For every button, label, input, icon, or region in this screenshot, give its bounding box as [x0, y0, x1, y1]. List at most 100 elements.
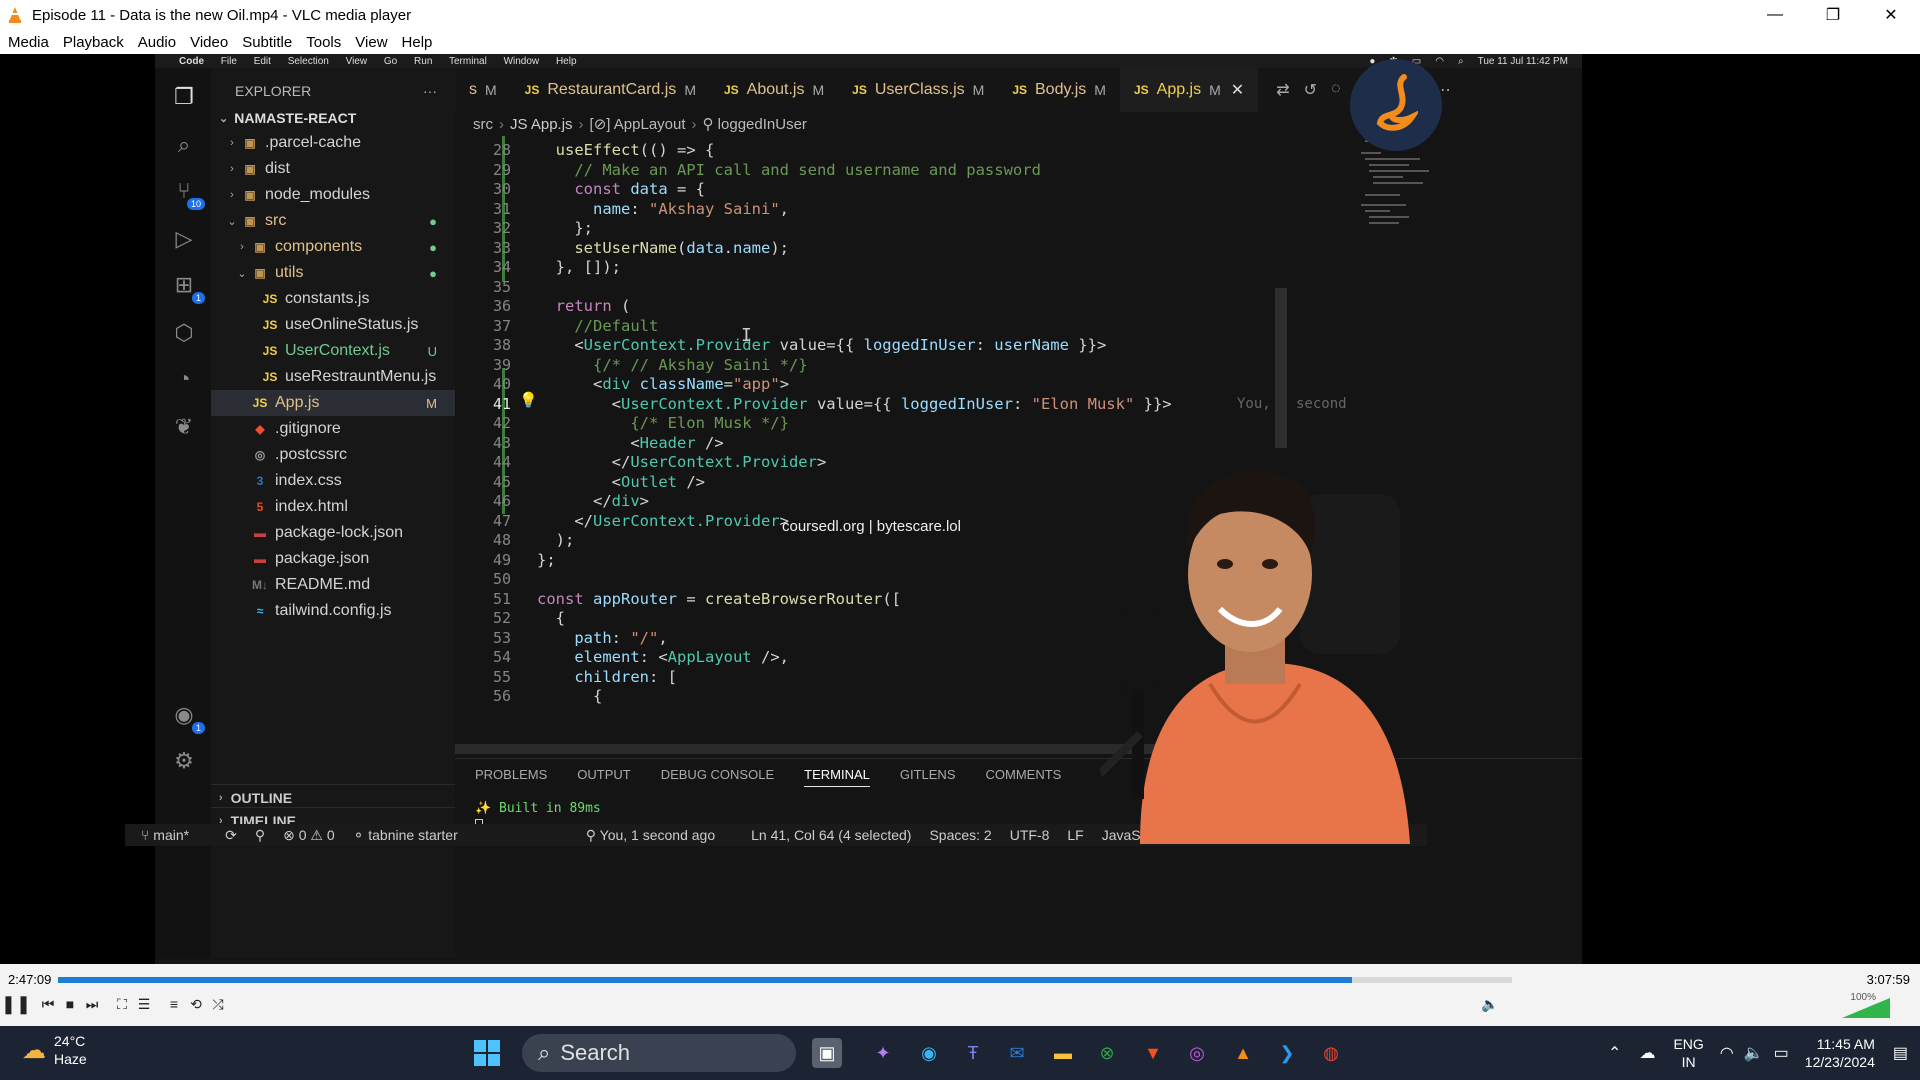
sync-icon[interactable]: ⟳: [225, 827, 237, 844]
source-control-icon[interactable]: ⑂ 10: [169, 176, 205, 210]
volume-icon[interactable]: 🔈: [1744, 1043, 1764, 1063]
compare-icon[interactable]: ⇄: [1276, 80, 1289, 100]
playlist-icon[interactable]: ≡: [164, 994, 184, 1014]
tree-file[interactable]: 3 index.css: [211, 468, 455, 494]
panel-tab-problems[interactable]: PROBLEMS: [475, 767, 547, 787]
tree-folder[interactable]: › ▣ .parcel-cache: [211, 130, 455, 156]
tree-folder[interactable]: › ▣ components ●: [211, 234, 455, 260]
tabnine-status[interactable]: ⚬ tabnine starter: [353, 827, 458, 844]
language-indicator[interactable]: ENG IN: [1673, 1035, 1703, 1071]
editor-scrollbar[interactable]: [1275, 288, 1287, 448]
encoding[interactable]: UTF-8: [1010, 827, 1050, 843]
accounts-icon[interactable]: ◉ 1: [169, 700, 205, 734]
breadcrumb-item[interactable]: [⊘] AppLayout: [590, 115, 686, 133]
video-area[interactable]: Code File Edit Selection View Go Run Ter…: [0, 54, 1920, 964]
brave-icon[interactable]: ▼: [1138, 1038, 1168, 1068]
tree-file[interactable]: JS useRestrauntMenu.js: [211, 364, 455, 390]
explorer-icon[interactable]: ❐: [169, 82, 199, 112]
tree-file[interactable]: ◎ .postcssrc: [211, 442, 455, 468]
previous-icon[interactable]: ⏮: [38, 994, 58, 1014]
app-icon[interactable]: ◎: [1182, 1038, 1212, 1068]
taskbar-clock[interactable]: 11:45 AM 12/23/2024: [1805, 1035, 1875, 1071]
pause-button[interactable]: ❚❚: [1, 994, 31, 1014]
weather-widget[interactable]: ☁ 24°C Haze: [22, 1032, 87, 1068]
tree-file[interactable]: ≈ tailwind.config.js: [211, 598, 455, 624]
fullscreen-icon[interactable]: ⛶: [112, 994, 132, 1014]
tab-app[interactable]: JS App.js M ✕: [1119, 68, 1259, 112]
wifi-icon[interactable]: ◠: [1720, 1043, 1734, 1063]
vlc-taskbar-icon[interactable]: ▲: [1228, 1038, 1258, 1068]
tab-restaurantcard[interactable]: JS RestaurantCard.js M: [511, 68, 710, 112]
xbox-icon[interactable]: ⊗: [1092, 1038, 1122, 1068]
tree-file[interactable]: 5 index.html: [211, 494, 455, 520]
loop-icon[interactable]: ⟲: [186, 994, 206, 1014]
menu-view[interactable]: View: [348, 34, 394, 51]
extended-settings-icon[interactable]: ☰: [134, 994, 154, 1014]
shuffle-icon[interactable]: ⤮: [208, 994, 228, 1014]
file-explorer-icon[interactable]: ▬: [1048, 1038, 1078, 1068]
edge-icon[interactable]: ◉: [914, 1038, 944, 1068]
branch-indicator[interactable]: ⑂ main*: [141, 827, 207, 843]
end-of-line[interactable]: LF: [1067, 827, 1083, 843]
battery-icon[interactable]: ▭: [1774, 1043, 1789, 1063]
remote-explorer-icon[interactable]: ⬡: [169, 318, 199, 348]
tab-body[interactable]: JS Body.js M: [998, 68, 1120, 112]
chrome-icon[interactable]: ◍: [1316, 1038, 1346, 1068]
menu-audio[interactable]: Audio: [131, 34, 183, 51]
tree-folder[interactable]: › ▣ dist: [211, 156, 455, 182]
panel-tab-terminal[interactable]: TERMINAL: [804, 767, 870, 787]
minimize-button[interactable]: —: [1746, 0, 1804, 30]
restore-button[interactable]: ❐: [1804, 0, 1862, 30]
panel-tab-output[interactable]: OUTPUT: [577, 767, 630, 787]
tree-folder[interactable]: › ▣ node_modules: [211, 182, 455, 208]
next-icon[interactable]: ⏭: [82, 994, 102, 1014]
tab-partial[interactable]: s M: [455, 68, 511, 112]
menu-tools[interactable]: Tools: [299, 34, 348, 51]
tab-about[interactable]: JS About.js M: [710, 68, 838, 112]
menu-media[interactable]: Media: [0, 34, 56, 51]
prev-change-icon[interactable]: ◌: [1331, 80, 1341, 100]
menu-playback[interactable]: Playback: [56, 34, 131, 51]
history-icon[interactable]: ↺: [1304, 80, 1317, 100]
gitlens-status-icon[interactable]: ⚲: [255, 827, 265, 844]
blame-status[interactable]: ⚲ You, 1 second ago: [586, 827, 733, 844]
menu-video[interactable]: Video: [183, 34, 235, 51]
breadcrumb-item[interactable]: src: [473, 116, 493, 133]
tree-file[interactable]: M↓ README.md: [211, 572, 455, 598]
tree-file[interactable]: JS App.js M: [211, 390, 455, 416]
project-root[interactable]: ⌄ NAMASTE-REACT: [211, 106, 455, 130]
problems-indicator[interactable]: ⊗ 0 ⚠ 0: [283, 827, 335, 844]
menu-subtitle[interactable]: Subtitle: [235, 34, 299, 51]
indent-setting[interactable]: Spaces: 2: [929, 827, 991, 843]
lightbulb-icon[interactable]: 💡: [519, 391, 538, 409]
mongodb-icon[interactable]: ❦: [169, 412, 199, 442]
cursor-position[interactable]: Ln 41, Col 64 (4 selected): [751, 827, 911, 843]
breadcrumb-item[interactable]: JS App.js: [510, 116, 573, 133]
task-view-icon[interactable]: ▣: [812, 1038, 842, 1068]
start-button[interactable]: [474, 1040, 500, 1066]
search-icon[interactable]: ⌕: [169, 130, 199, 160]
notification-icon[interactable]: ▤: [1893, 1043, 1908, 1063]
chevron-up-icon[interactable]: ⌃: [1608, 1043, 1621, 1063]
vscode-icon[interactable]: ❯: [1272, 1038, 1302, 1068]
panel-tab-gitlens[interactable]: GITLENS: [900, 767, 956, 787]
tree-folder[interactable]: ⌄ ▣ utils ●: [211, 260, 455, 286]
extensions-icon[interactable]: ⊞ 1: [169, 270, 205, 304]
taskbar-search[interactable]: ⌕ Search: [522, 1034, 796, 1072]
tree-file[interactable]: ◆ .gitignore: [211, 416, 455, 442]
tree-file[interactable]: JS constants.js: [211, 286, 455, 312]
tab-userclass[interactable]: JS UserClass.js M: [838, 68, 998, 112]
tree-file[interactable]: ▬ package.json: [211, 546, 455, 572]
stop-icon[interactable]: ■: [60, 994, 80, 1014]
settings-gear-icon[interactable]: ⚙: [169, 746, 199, 776]
volume-slider[interactable]: [1842, 998, 1890, 1018]
panel-tab-comments[interactable]: COMMENTS: [985, 767, 1061, 787]
seek-bar[interactable]: [58, 977, 1512, 983]
onedrive-icon[interactable]: ☁: [1639, 1043, 1655, 1063]
menu-help[interactable]: Help: [395, 34, 440, 51]
run-debug-icon[interactable]: ▷: [169, 224, 199, 254]
tree-file[interactable]: JS UserContext.js U: [211, 338, 455, 364]
speaker-icon[interactable]: 🔈: [1480, 994, 1500, 1014]
tree-folder[interactable]: ⌄ ▣ src ●: [211, 208, 455, 234]
tree-file[interactable]: ▬ package-lock.json: [211, 520, 455, 546]
